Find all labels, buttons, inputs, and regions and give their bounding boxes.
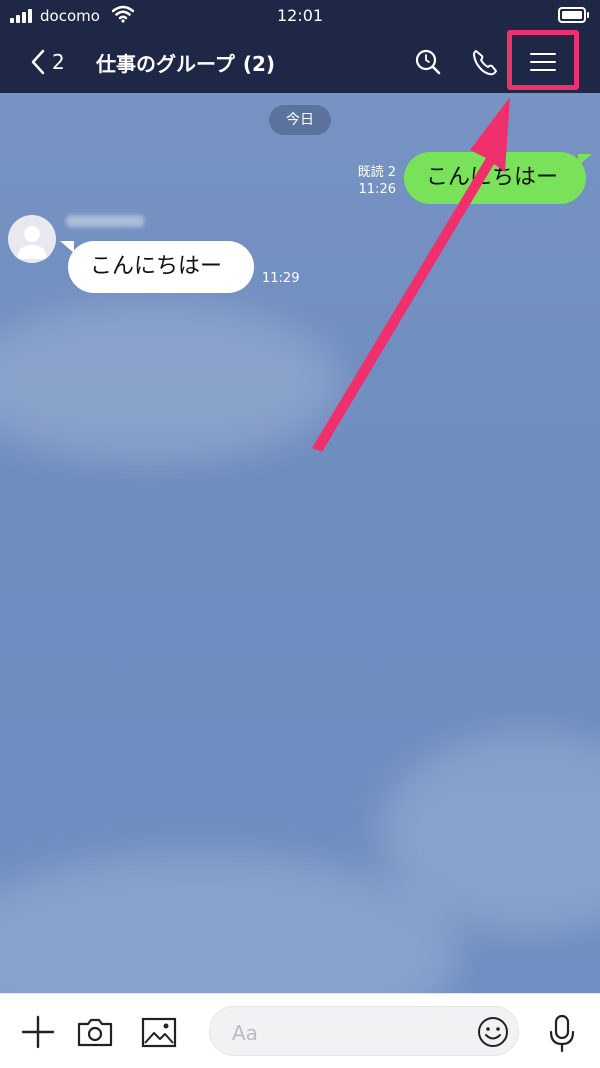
emoji-button[interactable] — [476, 1015, 510, 1049]
plus-icon — [21, 1015, 55, 1049]
emoji-icon — [478, 1017, 508, 1047]
mic-button[interactable] — [544, 1014, 580, 1053]
message-input-bar — [0, 993, 600, 1068]
camera-icon — [77, 1018, 113, 1047]
background-cloud — [0, 853, 460, 993]
camera-button[interactable] — [76, 1014, 113, 1050]
annotation-arrow — [312, 97, 510, 452]
image-button[interactable] — [140, 1014, 177, 1050]
message-input[interactable] — [230, 1017, 474, 1049]
image-icon — [141, 1017, 177, 1048]
plus-button[interactable] — [20, 1014, 56, 1050]
microphone-icon — [549, 1014, 575, 1053]
message-input-container[interactable] — [209, 1006, 519, 1056]
